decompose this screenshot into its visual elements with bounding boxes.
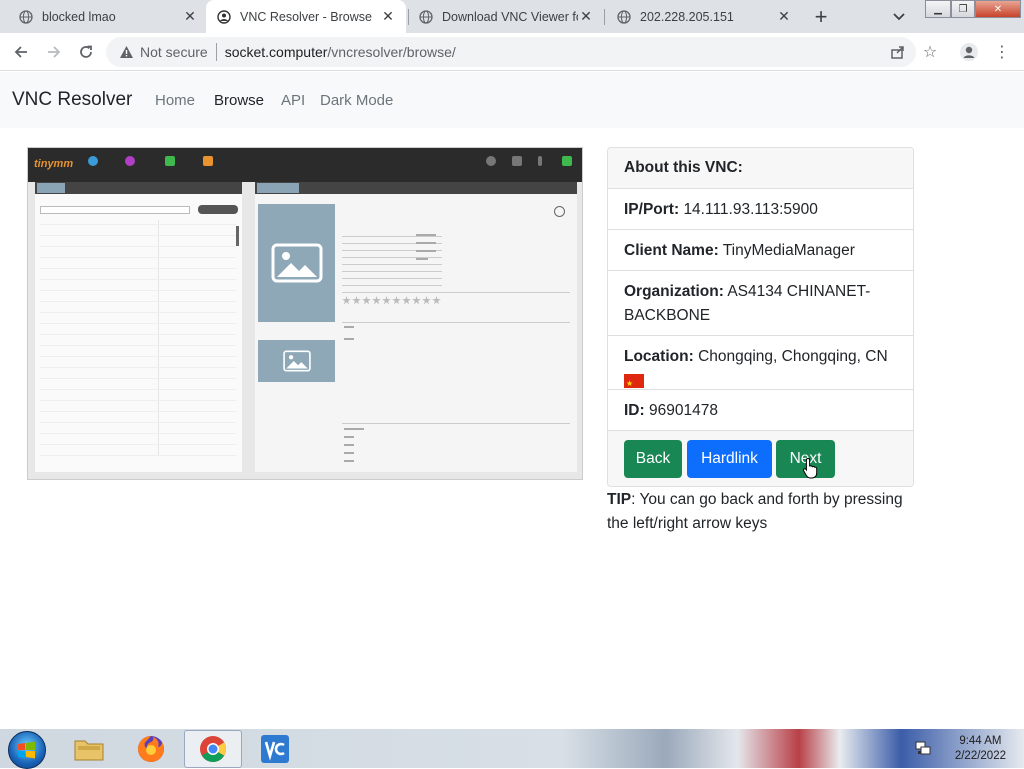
list-scrollbar (236, 226, 239, 246)
file-explorer-taskbar-icon[interactable] (60, 730, 118, 768)
id-row: ID: 96901478 (608, 390, 913, 431)
close-icon[interactable]: ✕ (380, 8, 396, 25)
tip-label: TIP (607, 491, 632, 508)
globe-icon (18, 9, 34, 25)
hand-pointer-cursor-icon (802, 457, 820, 479)
location-value: Chongqing, Chongqing, CN (698, 348, 888, 365)
new-tab-plus-icon[interactable]: + (808, 4, 834, 30)
edit-icon (165, 156, 175, 166)
windows-start-button[interactable] (8, 731, 46, 769)
reload-icon[interactable] (74, 40, 98, 64)
hardlink-button[interactable]: Hardlink (687, 440, 772, 478)
movie-search-button (198, 205, 238, 214)
site-brand[interactable]: VNC Resolver (12, 89, 132, 111)
card-footer: Back Hardlink Next (608, 431, 913, 486)
poster-image-icon (258, 204, 335, 322)
location-row: Location: Chongqing, Chongqing, CN (608, 336, 913, 396)
close-icon[interactable]: ✕ (578, 8, 594, 25)
tab-title: VNC Resolver - Browse (240, 9, 372, 24)
bookmark-star-icon[interactable]: ☆ (919, 41, 941, 63)
movie-search-field (40, 206, 190, 214)
security-label: Not secure (140, 44, 208, 60)
back-button[interactable]: Back (624, 440, 682, 478)
tab-ip-address[interactable]: 202.228.205.151 ✕ (606, 0, 802, 33)
tab-title: 202.228.205.151 (640, 9, 734, 24)
tab-title: Download VNC Viewer fo (442, 9, 578, 24)
tinymediamanager-toolbar: tinymm (28, 148, 582, 182)
nav-home[interactable]: Home (155, 92, 195, 109)
kebab-menu-icon[interactable]: ⋮ (991, 41, 1013, 63)
nav-browse[interactable]: Browse (214, 92, 264, 109)
tab-title: blocked lmao (42, 9, 116, 24)
url-host: socket.computer (224, 44, 328, 60)
network-icon[interactable] (915, 740, 931, 761)
window-controls: ▁ ❐ ✕ (925, 0, 1021, 20)
share-icon[interactable] (887, 41, 909, 63)
restore-icon[interactable]: ❐ (951, 0, 975, 18)
url-path: /vncresolver/browse/ (327, 44, 456, 60)
client-name-value: TinyMediaManager (722, 242, 855, 259)
rating-stars (342, 296, 441, 305)
taskbar-clock[interactable]: 9:44 AM 2/22/2022 (955, 734, 1006, 764)
app-logo: tinymm (34, 158, 74, 170)
tab-blocked-lmao[interactable]: blocked lmao ✕ (8, 0, 208, 33)
vnc-resolver-favicon-icon (216, 9, 232, 25)
id-value: 96901478 (648, 402, 718, 419)
search-icon (125, 156, 135, 166)
id-label: ID: (624, 402, 645, 419)
clock-time: 9:44 AM (959, 735, 1002, 747)
system-tray: 9:44 AM 2/22/2022 (912, 730, 1024, 768)
browser-toolbar: Not secure socket.computer/vncresolver/b… (0, 33, 1024, 71)
client-name-label: Client Name: (624, 242, 719, 259)
play-icon (554, 206, 565, 217)
card-heading: About this VNC: (608, 148, 913, 189)
close-icon[interactable]: ✕ (776, 8, 792, 25)
close-icon[interactable]: ✕ (182, 8, 198, 25)
update-icon (562, 156, 572, 166)
site-navbar: VNC Resolver Home Browse API Dark Mode (0, 72, 1024, 128)
china-flag-icon (624, 372, 644, 396)
movie-list-grid (40, 220, 236, 456)
organization-label: Organization: (624, 283, 724, 300)
vnc-info-card: About this VNC: IP/Port: 14.111.93.113:5… (607, 147, 914, 487)
clock-date: 2/22/2022 (954, 750, 1006, 762)
globe-icon (616, 9, 632, 25)
firefox-taskbar-icon[interactable] (122, 730, 180, 768)
location-label: Location: (624, 348, 694, 365)
fanart-image-icon (258, 340, 335, 382)
browser-tab-strip: blocked lmao ✕ VNC Resolver - Browse ✕ D… (0, 0, 1024, 33)
minimize-icon[interactable]: ▁ (925, 0, 951, 18)
ip-port-label: IP/Port: (624, 201, 680, 218)
chrome-taskbar-icon[interactable] (184, 730, 242, 768)
profile-avatar-icon[interactable] (958, 41, 980, 63)
tools-icon (512, 156, 522, 166)
tab-download-vnc-viewer[interactable]: Download VNC Viewer fo ✕ (408, 0, 604, 33)
rename-icon (203, 156, 213, 166)
nav-dark-mode[interactable]: Dark Mode (320, 92, 393, 109)
close-window-icon[interactable]: ✕ (975, 0, 1021, 18)
vnc-viewer-taskbar-icon[interactable] (246, 730, 304, 768)
back-arrow-icon[interactable] (9, 40, 33, 64)
warning-icon[interactable] (118, 44, 134, 60)
vnc-screenshot: tinymm (27, 147, 583, 480)
tab-separator (604, 9, 605, 25)
ip-port-row: IP/Port: 14.111.93.113:5900 (608, 189, 913, 230)
nav-api[interactable]: API (281, 92, 305, 109)
settings-icon (486, 156, 496, 166)
refresh-icon (88, 156, 98, 166)
chevron-down-icon[interactable] (888, 6, 910, 28)
tip-text: TIP: You can go back and forth by pressi… (607, 488, 917, 536)
client-name-row: Client Name: TinyMediaManager (608, 230, 913, 271)
ip-port-value: 14.111.93.113:5900 (683, 201, 818, 218)
info-icon (538, 156, 542, 166)
tab-vnc-resolver[interactable]: VNC Resolver - Browse ✕ (206, 0, 406, 33)
globe-icon (418, 9, 434, 25)
forward-arrow-icon[interactable] (42, 40, 66, 64)
windows-taskbar: 9:44 AM 2/22/2022 (0, 728, 1024, 769)
organization-row: Organization: AS4134 CHINANET-BACKBONE (608, 271, 913, 336)
tip-body: : You can go back and forth by pressing … (607, 491, 903, 532)
address-bar[interactable]: Not secure socket.computer/vncresolver/b… (106, 37, 916, 67)
